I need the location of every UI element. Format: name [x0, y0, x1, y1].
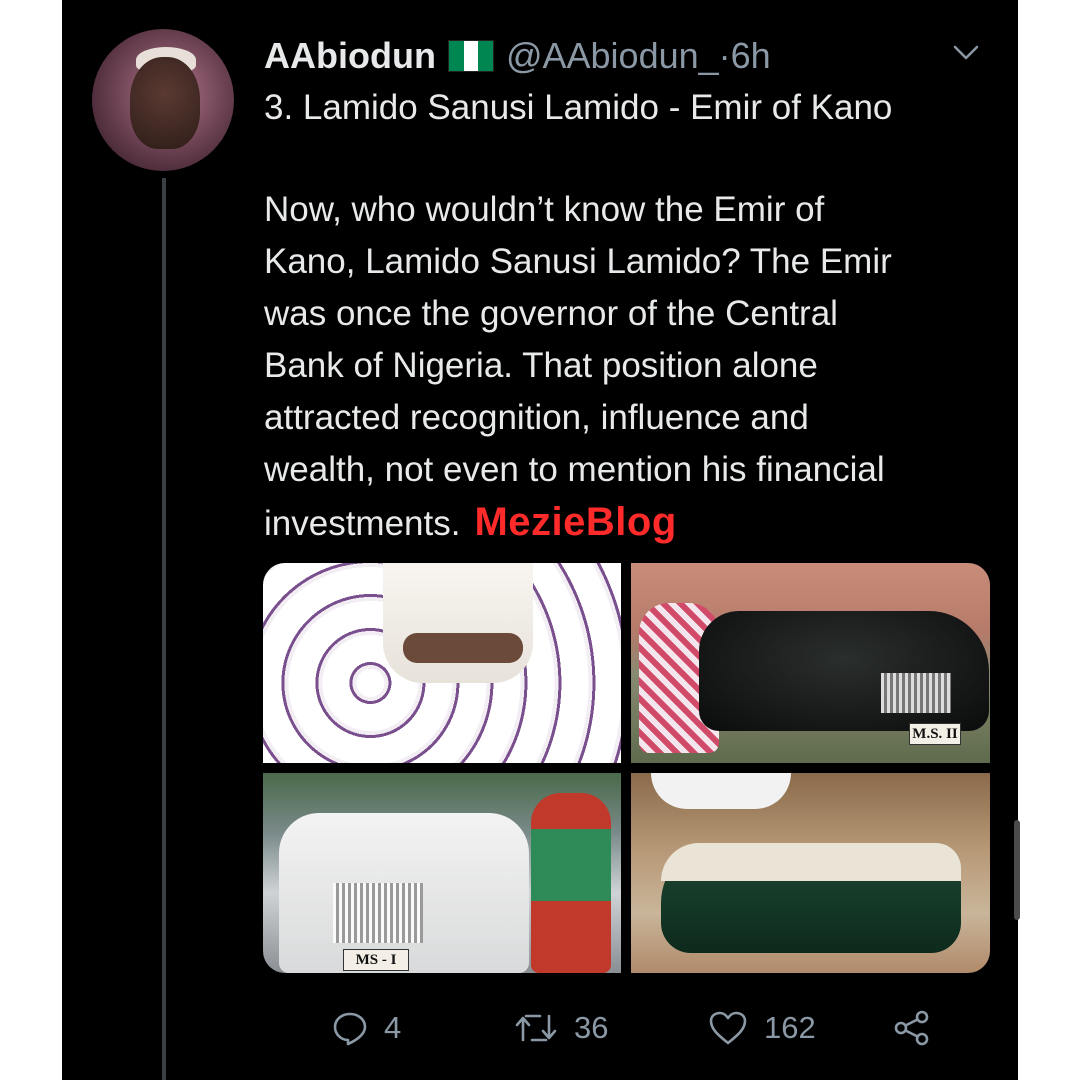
media-photo-green-car[interactable] — [631, 773, 990, 973]
like-icon — [708, 1010, 748, 1046]
body-line: wealth, not even to mention his financia… — [264, 450, 885, 489]
share-icon — [892, 1010, 932, 1046]
black-car-shape — [699, 611, 989, 731]
person-shape — [531, 793, 611, 973]
like-count: 162 — [764, 1010, 816, 1045]
reply-button[interactable]: 4 — [332, 1003, 401, 1053]
body-line: Kano, Lamido Sanusi Lamido? The Emir — [264, 242, 892, 281]
reply-count: 4 — [384, 1010, 402, 1045]
avatar[interactable] — [92, 29, 234, 171]
media-photo-black-car[interactable]: M.S. II — [631, 563, 990, 763]
nigeria-flag-icon — [447, 40, 494, 72]
license-plate: M.S. II — [909, 723, 961, 745]
license-plate: MS - I — [343, 949, 409, 971]
media-grid[interactable]: M.S. II MS - I — [263, 563, 990, 973]
tweet-header: AAbiodun @AAbiodun_ · 6h — [264, 28, 771, 84]
media-photo-robe[interactable] — [263, 563, 621, 763]
media-photo-white-car[interactable]: MS - I — [263, 773, 621, 973]
avatar-face — [130, 57, 200, 149]
time-separator: · — [718, 35, 731, 76]
author-handle[interactable]: @AAbiodun_ — [506, 35, 719, 77]
tweet-actions: 4 36 162 — [264, 1003, 964, 1053]
tweet-card[interactable]: AAbiodun @AAbiodun_ · 6h 3. Lamido Sanus… — [62, 0, 1018, 1080]
car-band-shape — [661, 843, 961, 881]
canopy-shape — [651, 773, 791, 809]
tweet-time[interactable]: 6h — [731, 35, 771, 77]
retweet-button[interactable]: 36 — [514, 1003, 608, 1053]
reply-icon — [332, 1010, 368, 1046]
body-line: was once the governor of the Central — [264, 294, 838, 333]
chevron-down-icon[interactable] — [952, 38, 980, 66]
body-last-text: investments. — [264, 504, 461, 543]
like-button[interactable]: 162 — [708, 1003, 816, 1053]
retweet-count: 36 — [574, 1010, 609, 1045]
car-grill — [333, 883, 423, 943]
share-button[interactable] — [892, 1003, 932, 1053]
body-line: attracted recognition, influence and — [264, 398, 809, 437]
thread-line — [162, 178, 166, 1080]
hands-shape — [403, 633, 523, 663]
body-line: Bank of Nigeria. That position alone — [264, 346, 818, 385]
watermark-label: MezieBlog — [474, 500, 677, 544]
body-last-line: investments. MezieBlog — [264, 496, 1004, 550]
tweet-title-line: 3. Lamido Sanusi Lamido - Emir of Kano — [264, 88, 893, 127]
body-line: Now, who wouldn’t know the Emir of — [264, 190, 825, 229]
scrollbar[interactable] — [1014, 820, 1020, 920]
car-grill — [881, 673, 951, 713]
tweet-body: Now, who wouldn’t know the Emir of Kano,… — [264, 184, 1004, 550]
retweet-icon — [514, 1010, 558, 1046]
author-name[interactable]: AAbiodun — [264, 35, 436, 77]
robe-shape — [383, 563, 533, 683]
